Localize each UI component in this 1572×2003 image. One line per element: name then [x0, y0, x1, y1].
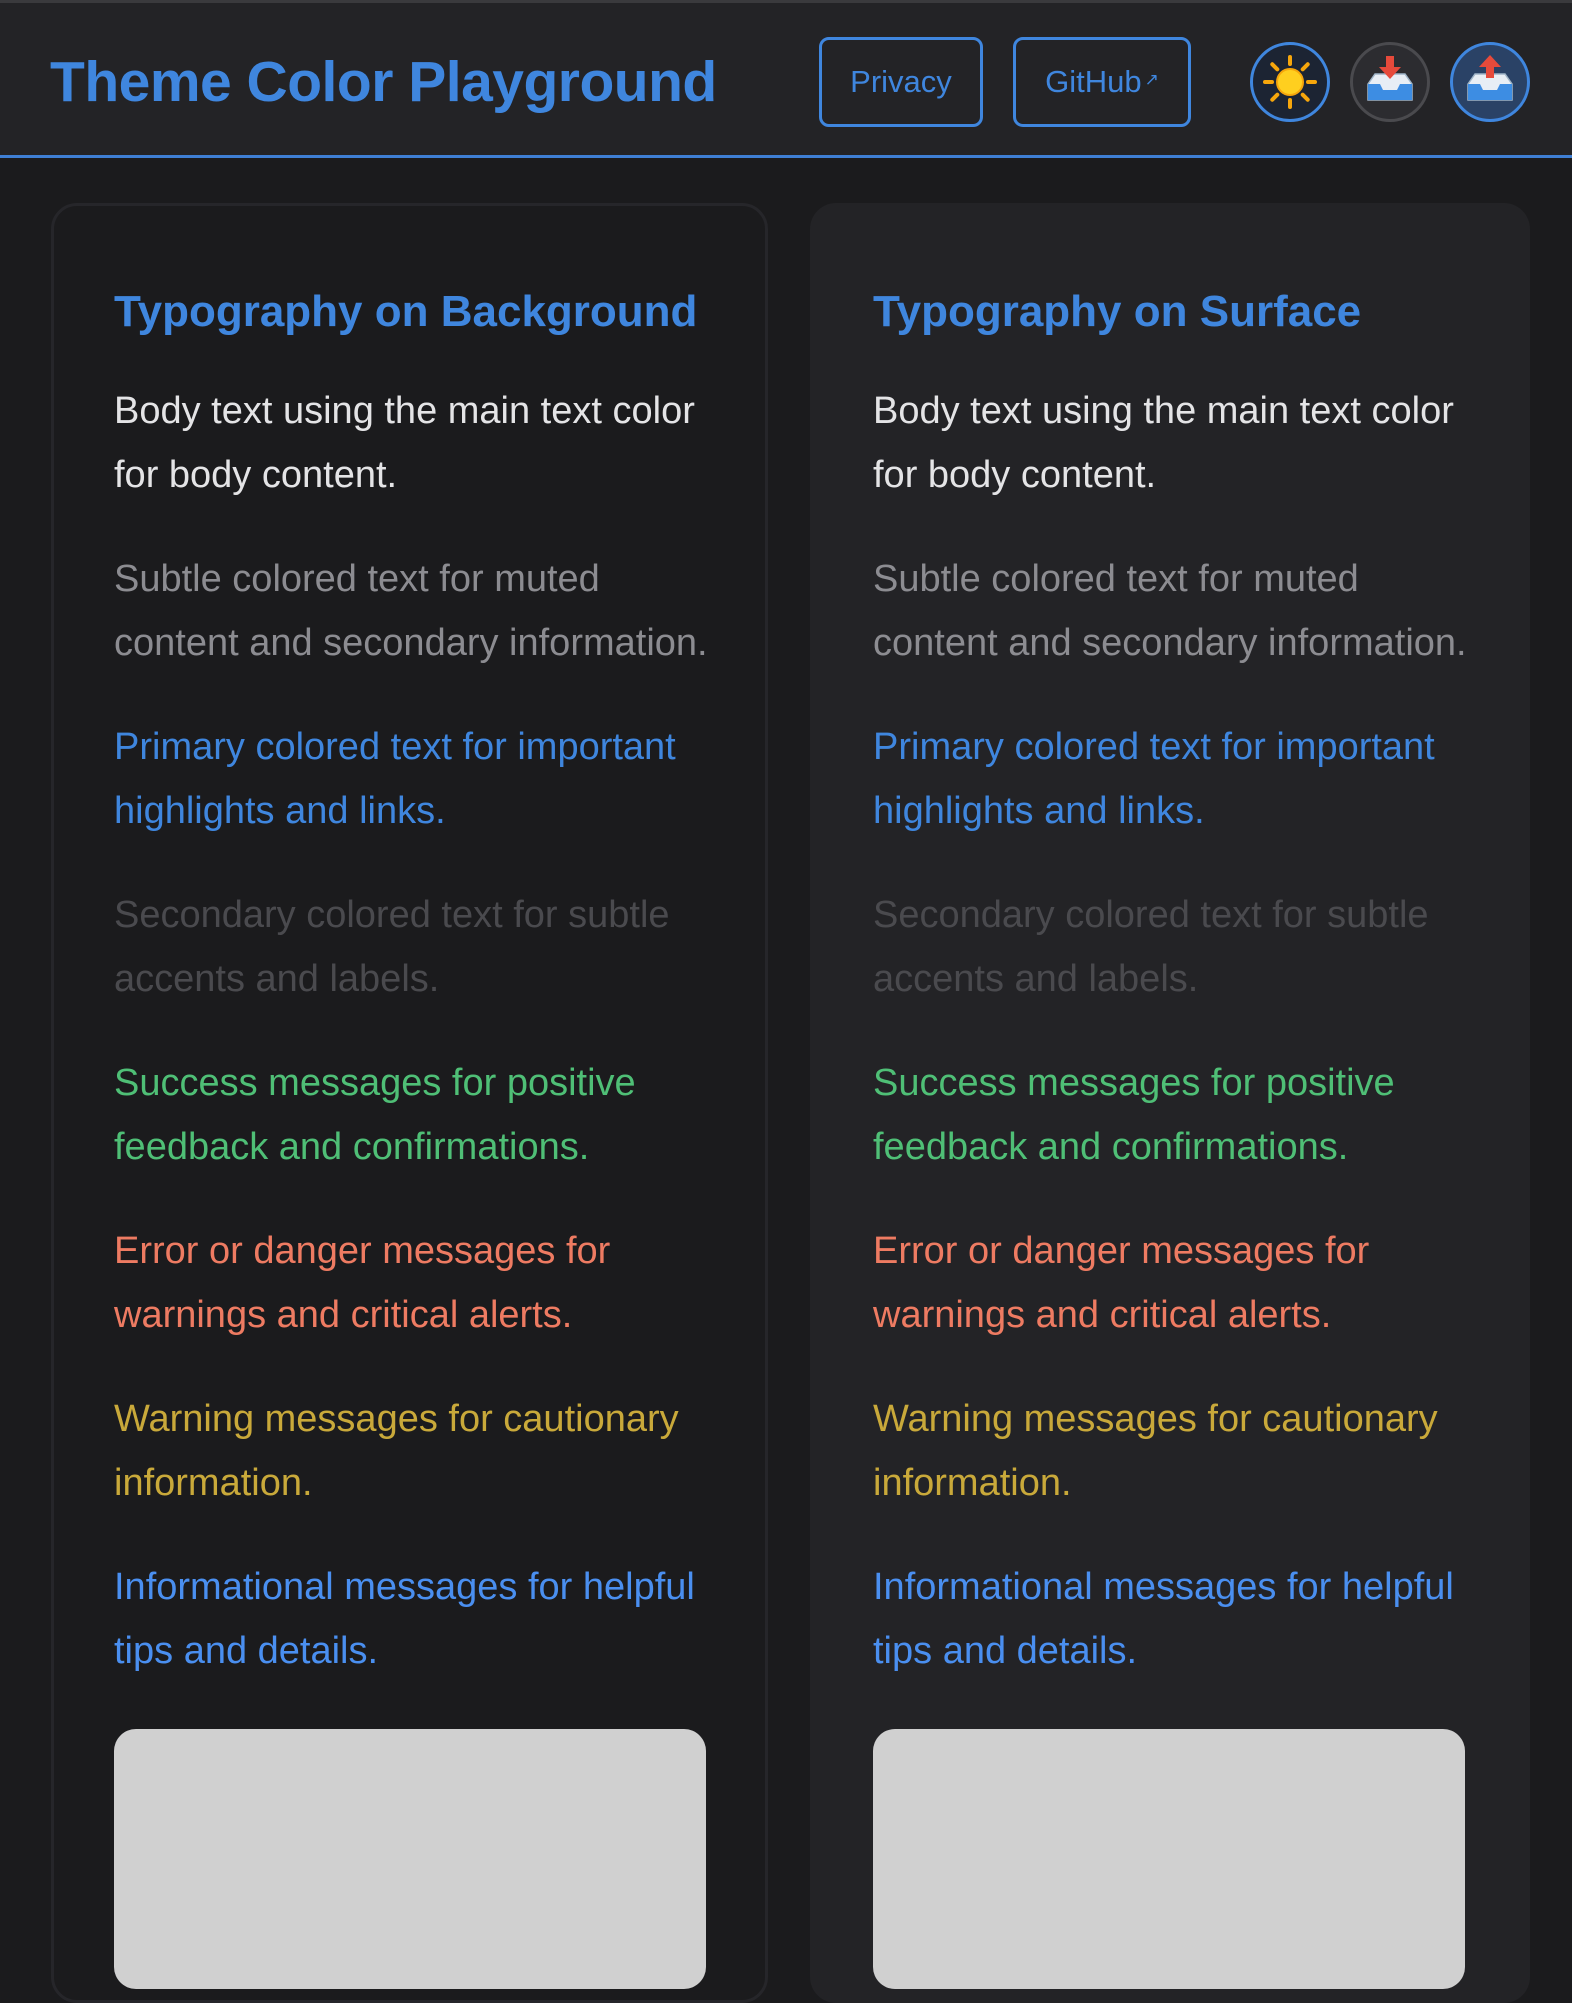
color-swatch-box	[114, 1729, 706, 1989]
subtle-text: Subtle colored text for muted content an…	[114, 558, 708, 664]
secondary-text: Secondary colored text for subtle accent…	[873, 894, 1429, 1000]
warning-text: Warning messages for cautionary informat…	[873, 1398, 1438, 1504]
typography-surface-card: Typography on Surface Body text using th…	[810, 203, 1530, 2003]
secondary-text: Secondary colored text for subtle accent…	[114, 894, 670, 1000]
body-text: Body text using the main text color for …	[873, 390, 1454, 496]
inbox-tray-download-icon	[1367, 56, 1413, 101]
primary-text: Primary colored text for important highl…	[873, 726, 1435, 832]
card-title: Typography on Background	[114, 287, 698, 336]
card-title: Typography on Surface	[873, 287, 1362, 336]
danger-text: Error or danger messages for warnings an…	[873, 1230, 1370, 1336]
warning-text: Warning messages for cautionary informat…	[114, 1398, 679, 1504]
sun-icon	[1263, 55, 1317, 109]
danger-text: Error or danger messages for warnings an…	[114, 1230, 611, 1336]
outbox-tray-upload-icon	[1467, 55, 1513, 101]
info-text: Informational messages for helpful tips …	[114, 1566, 695, 1672]
subtle-text: Subtle colored text for muted content an…	[873, 558, 1467, 664]
info-text: Informational messages for helpful tips …	[873, 1566, 1454, 1672]
github-link-button[interactable]: GitHub ↗	[1013, 37, 1191, 127]
success-text: Success messages for positive feedback a…	[873, 1062, 1395, 1168]
top-header: Theme Color Playground Privacy GitHub ↗	[0, 0, 1572, 158]
card-content: Typography on Background Body text using…	[114, 275, 714, 1989]
color-swatch-box	[873, 1729, 1465, 1989]
import-theme-button[interactable]	[1350, 42, 1430, 122]
card-content: Typography on Surface Body text using th…	[873, 275, 1473, 1989]
typography-background-card: Typography on Background Body text using…	[51, 203, 768, 2003]
app-title: Theme Color Playground	[50, 50, 717, 114]
success-text: Success messages for positive feedback a…	[114, 1062, 636, 1168]
primary-text: Primary colored text for important highl…	[114, 726, 676, 832]
privacy-button-label: Privacy	[850, 64, 952, 99]
theme-toggle-button[interactable]	[1250, 42, 1330, 122]
github-button-label: GitHub	[1045, 64, 1142, 99]
body-text: Body text using the main text color for …	[114, 390, 695, 496]
privacy-button[interactable]: Privacy	[819, 37, 983, 127]
external-link-icon: ↗	[1144, 70, 1159, 89]
export-theme-button[interactable]	[1450, 42, 1530, 122]
